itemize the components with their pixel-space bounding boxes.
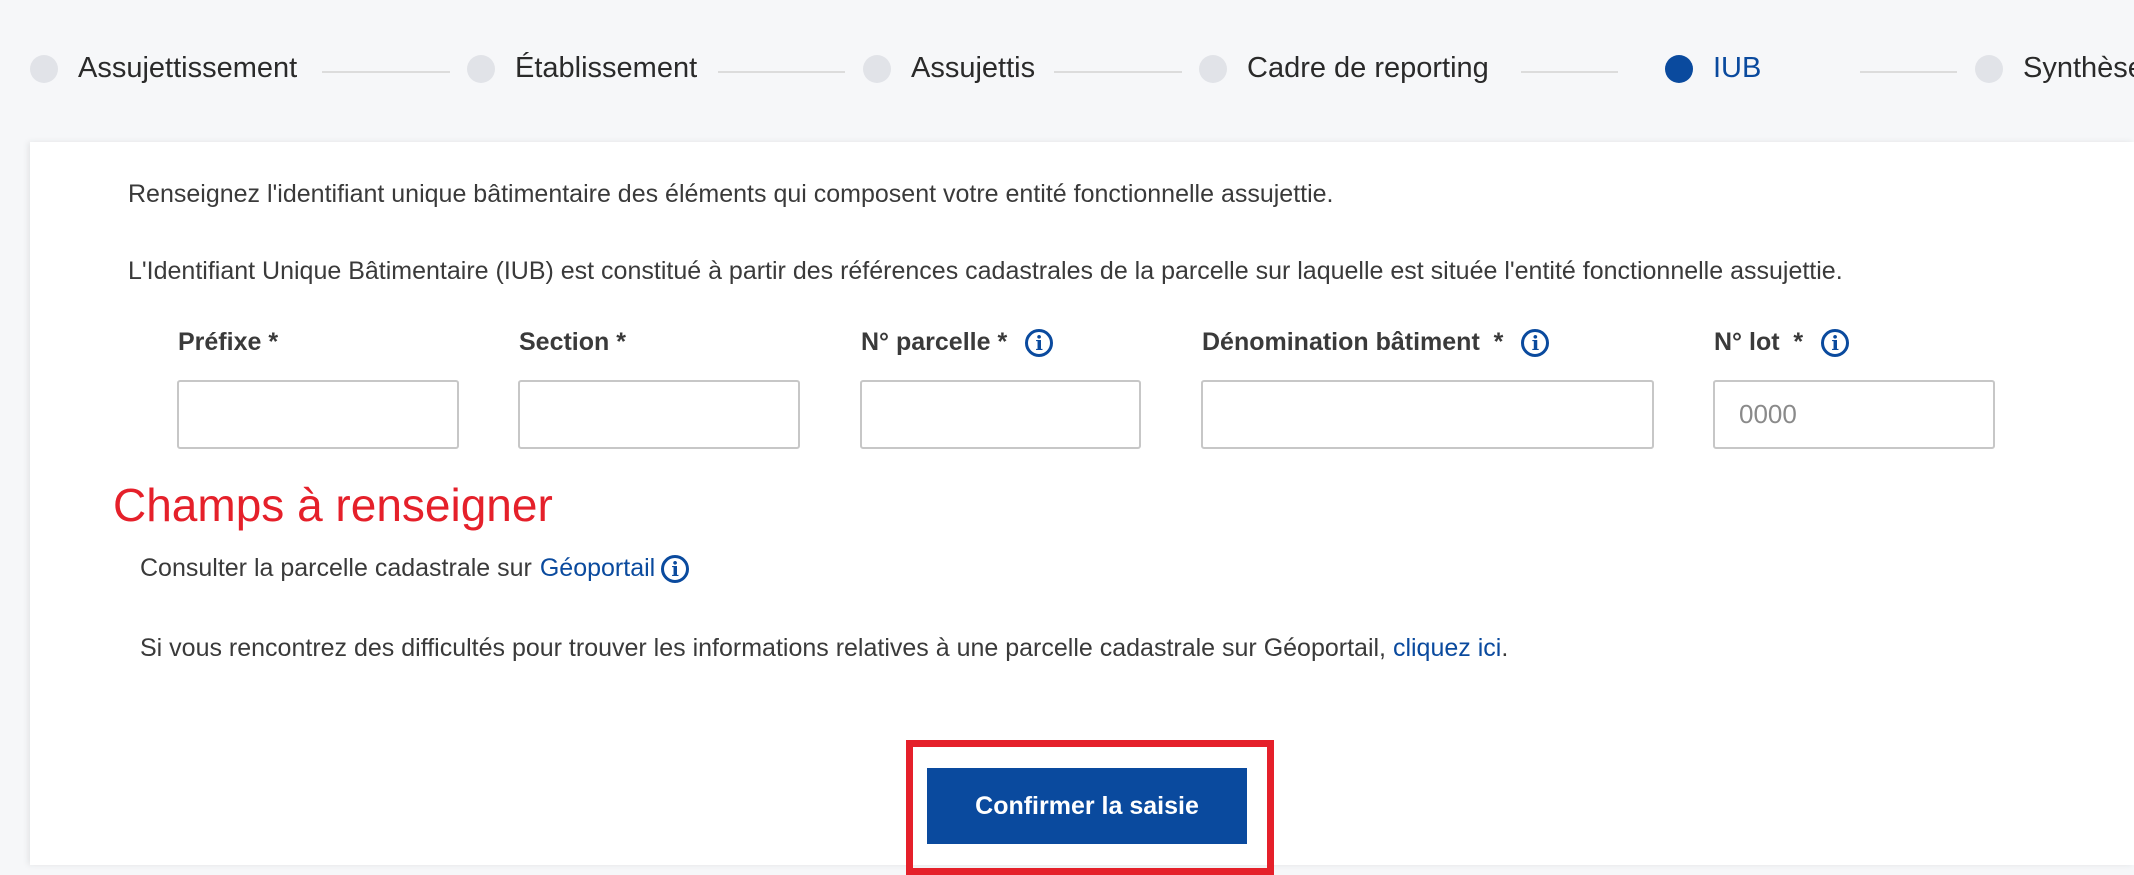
parcelle-input[interactable] [860,380,1141,449]
geoportail-link[interactable]: Géoportail [540,554,655,583]
info-icon[interactable]: i [661,554,690,583]
help-link[interactable]: cliquez ici [1393,634,1501,662]
step-assujettissement[interactable]: Assujettissement [30,52,297,85]
geoportail-line: Consulter la parcelle cadastrale sur Géo… [140,554,690,583]
step-label: Synthèse [2023,52,2134,84]
step-dot [30,54,58,83]
step-connector [718,71,845,73]
lot-label: N° lot * i [1714,328,1850,357]
help-line: Si vous rencontrez des difficultés pour … [140,634,1508,663]
iub-explanation-text: L'Identifiant Unique Bâtimentaire (IUB) … [128,257,1843,285]
prefixe-label-text: Préfixe * [178,328,279,356]
confirm-button[interactable]: Confirmer la saisie [927,768,1247,844]
progress-stepper: Assujettissement Établissement Assujetti… [0,0,2134,142]
step-label: Assujettissement [78,52,298,84]
step-iub[interactable]: IUB [1665,52,1761,85]
step-dot [1199,54,1227,83]
prefixe-input[interactable] [177,380,459,449]
batiment-input[interactable] [1201,380,1654,449]
info-icon[interactable]: i [1025,328,1054,357]
intro-text: Renseignez l'identifiant unique bâtiment… [128,180,1334,208]
lot-label-text: N° lot * [1714,328,1804,356]
step-connector [1860,71,1957,73]
parcelle-label: N° parcelle * i [861,328,1054,357]
step-dot-active [1665,54,1693,83]
info-icon[interactable]: i [1521,328,1550,357]
iub-form-card: Renseignez l'identifiant unique bâtiment… [30,142,2134,875]
geoportail-text: Consulter la parcelle cadastrale sur [140,554,532,582]
step-synthese[interactable]: Synthèse [1975,52,2134,85]
step-dot [1975,54,2003,83]
step-etablissement[interactable]: Établissement [467,52,697,85]
step-label: Établissement [515,52,698,84]
section-label-text: Section * [519,328,626,356]
step-connector [322,71,450,73]
section-input[interactable] [518,380,800,449]
step-connector [1054,71,1182,73]
step-label: Cadre de reporting [1247,52,1489,84]
prefixe-label: Préfixe * [178,328,278,357]
help-text: Si vous rencontrez des difficultés pour … [140,634,1386,662]
step-dot [467,54,495,83]
help-suffix: . [1501,634,1509,662]
batiment-label-text: Dénomination bâtiment * [1202,328,1504,356]
parcelle-label-text: N° parcelle * [861,328,1008,356]
info-icon[interactable]: i [1821,328,1850,357]
step-dot [863,54,891,83]
section-label: Section * [519,328,626,357]
batiment-label: Dénomination bâtiment * i [1202,328,1550,357]
annotation-fields-to-fill: Champs à renseigner [113,479,553,531]
step-cadre-reporting[interactable]: Cadre de reporting [1199,52,1489,85]
step-connector [1521,71,1618,73]
step-label: Assujettis [911,52,1036,84]
step-label: IUB [1713,52,1762,84]
lot-input[interactable] [1713,380,1995,449]
step-assujettis[interactable]: Assujettis [863,52,1035,85]
